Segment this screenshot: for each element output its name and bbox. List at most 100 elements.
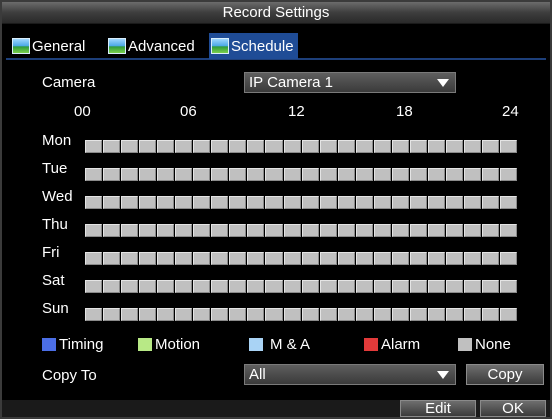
schedule-slot[interactable] — [85, 140, 103, 153]
schedule-slot[interactable] — [211, 196, 229, 209]
schedule-slot[interactable] — [482, 168, 500, 181]
schedule-slot[interactable] — [463, 168, 482, 181]
schedule-slot[interactable] — [193, 196, 211, 209]
schedule-slot[interactable] — [157, 308, 175, 321]
schedule-slot[interactable] — [229, 308, 247, 321]
schedule-slot[interactable] — [427, 308, 445, 321]
schedule-slot[interactable] — [139, 252, 157, 265]
schedule-slot[interactable] — [139, 308, 157, 321]
schedule-slot[interactable] — [283, 224, 301, 237]
schedule-slot[interactable] — [482, 140, 500, 153]
ok-button[interactable]: OK — [480, 400, 546, 417]
schedule-slot[interactable] — [175, 140, 193, 153]
schedule-slot[interactable] — [445, 308, 463, 321]
schedule-slot[interactable] — [283, 308, 301, 321]
schedule-slot[interactable] — [157, 140, 175, 153]
schedule-slot[interactable] — [247, 196, 265, 209]
schedule-slot[interactable] — [373, 168, 391, 181]
schedule-slot[interactable] — [301, 224, 319, 237]
schedule-slot[interactable] — [500, 140, 518, 153]
schedule-slot[interactable] — [337, 196, 355, 209]
schedule-slot[interactable] — [301, 140, 319, 153]
schedule-slot[interactable] — [121, 140, 139, 153]
schedule-slot[interactable] — [463, 196, 482, 209]
schedule-slot[interactable] — [355, 224, 373, 237]
schedule-slot[interactable] — [463, 140, 482, 153]
schedule-slot[interactable] — [211, 280, 229, 293]
tab-advanced[interactable]: Advanced — [106, 33, 199, 59]
schedule-slot[interactable] — [445, 252, 463, 265]
schedule-slot[interactable] — [391, 252, 409, 265]
schedule-slot[interactable] — [391, 280, 409, 293]
schedule-slot[interactable] — [373, 252, 391, 265]
schedule-slot[interactable] — [85, 168, 103, 181]
schedule-slot[interactable] — [337, 308, 355, 321]
schedule-slot[interactable] — [391, 168, 409, 181]
schedule-slot[interactable] — [265, 252, 283, 265]
schedule-slot[interactable] — [482, 308, 500, 321]
copy-button[interactable]: Copy — [466, 364, 544, 385]
schedule-slot[interactable] — [265, 140, 283, 153]
tab-schedule[interactable]: Schedule — [209, 33, 298, 59]
schedule-slot[interactable] — [157, 224, 175, 237]
schedule-slot[interactable] — [355, 140, 373, 153]
schedule-slot[interactable] — [463, 280, 482, 293]
schedule-row-fri[interactable] — [85, 252, 518, 265]
schedule-slot[interactable] — [482, 280, 500, 293]
schedule-slot[interactable] — [283, 168, 301, 181]
schedule-slot[interactable] — [193, 140, 211, 153]
schedule-slot[interactable] — [500, 224, 518, 237]
schedule-slot[interactable] — [85, 280, 103, 293]
schedule-slot[interactable] — [337, 140, 355, 153]
schedule-slot[interactable] — [283, 196, 301, 209]
schedule-slot[interactable] — [103, 308, 121, 321]
schedule-slot[interactable] — [247, 168, 265, 181]
schedule-slot[interactable] — [445, 224, 463, 237]
schedule-slot[interactable] — [337, 252, 355, 265]
schedule-slot[interactable] — [139, 224, 157, 237]
schedule-slot[interactable] — [301, 168, 319, 181]
schedule-slot[interactable] — [157, 168, 175, 181]
schedule-slot[interactable] — [355, 252, 373, 265]
schedule-slot[interactable] — [229, 140, 247, 153]
schedule-slot[interactable] — [247, 280, 265, 293]
schedule-slot[interactable] — [409, 252, 427, 265]
tab-general[interactable]: General — [10, 33, 89, 59]
schedule-slot[interactable] — [157, 280, 175, 293]
schedule-slot[interactable] — [355, 196, 373, 209]
schedule-slot[interactable] — [409, 280, 427, 293]
schedule-slot[interactable] — [103, 196, 121, 209]
schedule-slot[interactable] — [391, 224, 409, 237]
schedule-slot[interactable] — [229, 168, 247, 181]
schedule-slot[interactable] — [500, 252, 518, 265]
schedule-slot[interactable] — [85, 308, 103, 321]
schedule-slot[interactable] — [247, 308, 265, 321]
schedule-slot[interactable] — [229, 252, 247, 265]
schedule-slot[interactable] — [391, 140, 409, 153]
schedule-row-tue[interactable] — [85, 168, 518, 181]
schedule-slot[interactable] — [211, 252, 229, 265]
edit-button[interactable]: Edit — [400, 400, 476, 417]
schedule-slot[interactable] — [319, 308, 337, 321]
schedule-slot[interactable] — [175, 252, 193, 265]
schedule-slot[interactable] — [500, 308, 518, 321]
schedule-slot[interactable] — [103, 280, 121, 293]
schedule-slot[interactable] — [409, 140, 427, 153]
schedule-slot[interactable] — [301, 280, 319, 293]
schedule-slot[interactable] — [337, 168, 355, 181]
schedule-slot[interactable] — [139, 168, 157, 181]
schedule-slot[interactable] — [500, 168, 518, 181]
schedule-slot[interactable] — [265, 224, 283, 237]
schedule-slot[interactable] — [500, 196, 518, 209]
schedule-slot[interactable] — [121, 252, 139, 265]
schedule-row-mon[interactable] — [85, 140, 518, 153]
schedule-slot[interactable] — [319, 168, 337, 181]
schedule-slot[interactable] — [121, 196, 139, 209]
schedule-slot[interactable] — [103, 252, 121, 265]
schedule-slot[interactable] — [319, 224, 337, 237]
schedule-slot[interactable] — [391, 196, 409, 209]
schedule-slot[interactable] — [175, 308, 193, 321]
schedule-slot[interactable] — [373, 308, 391, 321]
schedule-slot[interactable] — [373, 280, 391, 293]
schedule-slot[interactable] — [301, 196, 319, 209]
